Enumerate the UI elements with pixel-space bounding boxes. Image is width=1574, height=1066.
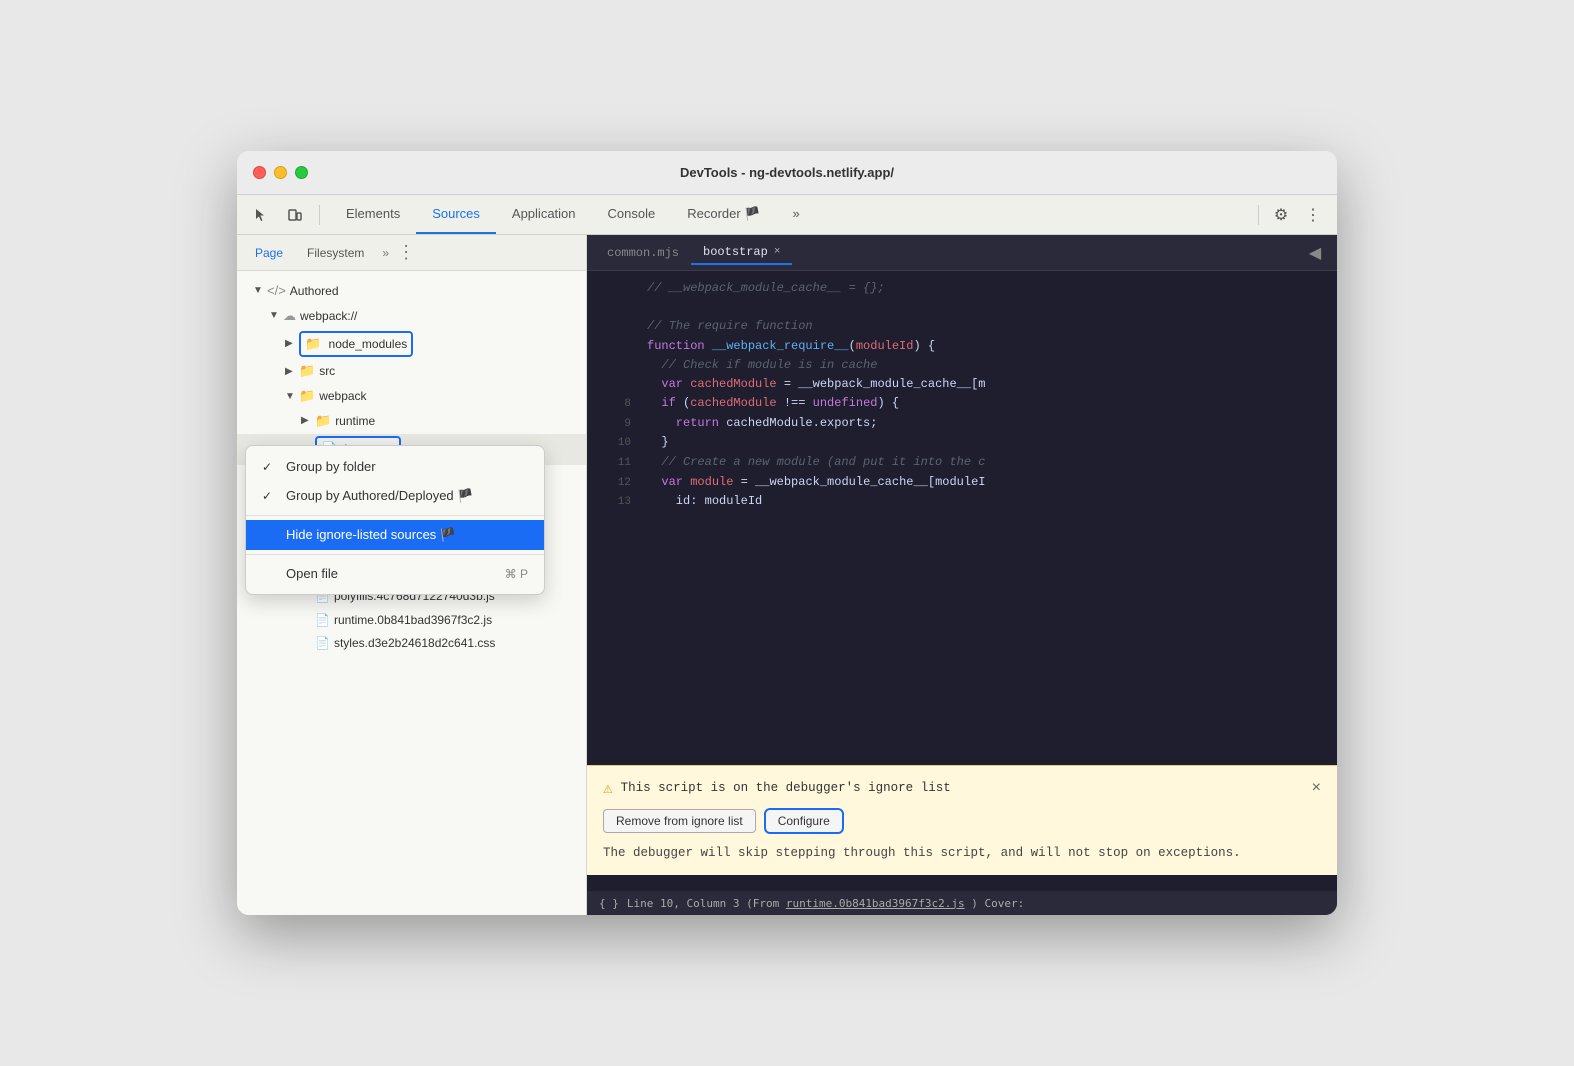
cursor-tool-button[interactable] <box>247 201 275 229</box>
ignore-banner-title: This script is on the debugger's ignore … <box>621 781 951 795</box>
ignore-banner-description: The debugger will skip stepping through … <box>603 844 1321 863</box>
sidebar-tab-bar: Page Filesystem » ⋮ <box>237 235 586 271</box>
code-line-10: 10 } <box>587 433 1337 453</box>
editor-tab-common-mjs[interactable]: common.mjs <box>595 242 691 264</box>
code-line-8: 8 if (cachedModule !== undefined) { <box>587 394 1337 414</box>
tab-application[interactable]: Application <box>496 195 592 234</box>
tree-node-modules[interactable]: ▶ 📁 node_modules <box>237 329 586 360</box>
code-line-1: // __webpack_module_cache__ = {}; <box>587 279 1337 298</box>
code-line-4: function __webpack_require__(moduleId) { <box>587 337 1337 356</box>
code-line-2 <box>587 298 1337 317</box>
menu-group-by-folder[interactable]: ✓ Group by folder <box>246 452 544 481</box>
main-toolbar: Elements Sources Application Console Rec… <box>237 195 1337 235</box>
menu-group-by-authored[interactable]: ✓ Group by Authored/Deployed 🏴 <box>246 481 544 511</box>
toolbar-divider <box>319 205 320 225</box>
tab-elements[interactable]: Elements <box>330 195 416 234</box>
code-line-13: 13 id: moduleId <box>587 492 1337 512</box>
window-title: DevTools - ng-devtools.netlify.app/ <box>680 165 894 180</box>
maximize-button[interactable] <box>295 166 308 179</box>
device-toggle-button[interactable] <box>281 201 309 229</box>
tree-src[interactable]: ▶ 📁 src <box>237 359 586 384</box>
close-tab-bootstrap[interactable]: × <box>774 246 781 258</box>
menu-hide-ignore[interactable]: Hide ignore-listed sources 🏴 <box>246 520 544 550</box>
status-bar: { } Line 10, Column 3 (From runtime.0b84… <box>587 891 1337 915</box>
sidebar: Page Filesystem » ⋮ ▼ </> Authored ▼ <box>237 235 587 915</box>
main-tab-bar: Elements Sources Application Console Rec… <box>330 195 1248 234</box>
code-line-3: // The require function <box>587 317 1337 336</box>
tree-runtime[interactable]: ▶ 📁 runtime <box>237 409 586 434</box>
menu-separator-2 <box>246 554 544 555</box>
main-content: Page Filesystem » ⋮ ▼ </> Authored ▼ <box>237 235 1337 915</box>
status-source-file[interactable]: runtime.0b841bad3967f3c2.js <box>786 897 965 910</box>
devtools-window: DevTools - ng-devtools.netlify.app/ Elem… <box>237 151 1337 915</box>
tab-recorder[interactable]: Recorder 🏴 <box>671 195 776 234</box>
editor-tab-bar: common.mjs bootstrap × ◀ <box>587 235 1337 271</box>
context-dropdown-menu: ✓ Group by folder ✓ Group by Authored/De… <box>245 445 545 595</box>
code-line-12: 12 var module = __webpack_module_cache__… <box>587 473 1337 493</box>
tree-styles-css[interactable]: ▶ 📄 styles.d3e2b24618d2c641.css <box>237 632 586 655</box>
tree-authored-section[interactable]: ▼ </> Authored <box>237 279 586 304</box>
configure-button[interactable]: Configure <box>764 808 844 834</box>
menu-open-file[interactable]: Open file ⌘ P <box>246 559 544 588</box>
warning-icon: ⚠ <box>603 778 613 798</box>
ignore-banner-actions: Remove from ignore list Configure <box>603 808 1321 834</box>
status-position: Line 10, Column 3 (From runtime.0b841bad… <box>627 897 1024 910</box>
sidebar-tab-more[interactable]: » <box>382 246 389 260</box>
tab-sources[interactable]: Sources <box>416 195 496 234</box>
code-editor[interactable]: // __webpack_module_cache__ = {}; // The… <box>587 271 1337 795</box>
ignore-banner-header: ⚠ This script is on the debugger's ignor… <box>603 778 1321 798</box>
toolbar-divider-2 <box>1258 205 1259 225</box>
sidebar-actions-button[interactable]: ⋮ <box>397 242 415 263</box>
close-banner-button[interactable]: × <box>1312 779 1321 797</box>
tree-webpack-root[interactable]: ▼ ☁ webpack:// <box>237 304 586 329</box>
ignore-list-banner: ⚠ This script is on the debugger's ignor… <box>587 765 1337 875</box>
remove-from-ignore-button[interactable]: Remove from ignore list <box>603 809 756 833</box>
more-options-button[interactable]: ⋮ <box>1299 201 1327 229</box>
editor-tab-bootstrap[interactable]: bootstrap × <box>691 241 792 265</box>
sidebar-tab-filesystem[interactable]: Filesystem <box>297 242 374 264</box>
settings-button[interactable]: ⚙ <box>1267 201 1295 229</box>
code-line-6: var cachedModule = __webpack_module_cach… <box>587 375 1337 394</box>
close-button[interactable] <box>253 166 266 179</box>
code-line-9: 9 return cachedModule.exports; <box>587 414 1337 434</box>
traffic-lights <box>253 166 308 179</box>
code-line-5: // Check if module is in cache <box>587 356 1337 375</box>
code-panel: common.mjs bootstrap × ◀ // __webpack_mo… <box>587 235 1337 915</box>
status-braces[interactable]: { } <box>599 897 619 910</box>
tab-console[interactable]: Console <box>592 195 672 234</box>
minimize-button[interactable] <box>274 166 287 179</box>
sidebar-tab-page[interactable]: Page <box>245 242 293 264</box>
tab-more[interactable]: » <box>776 195 815 234</box>
code-line-11: 11 // Create a new module (and put it in… <box>587 453 1337 473</box>
tree-webpack-folder[interactable]: ▼ 📁 webpack <box>237 384 586 409</box>
toolbar-right: ⚙ ⋮ <box>1254 201 1327 229</box>
tree-runtime-js[interactable]: ▶ 📄 runtime.0b841bad3967f3c2.js <box>237 609 586 632</box>
titlebar: DevTools - ng-devtools.netlify.app/ <box>237 151 1337 195</box>
menu-separator <box>246 515 544 516</box>
collapse-sidebar-button[interactable]: ◀ <box>1301 239 1329 267</box>
